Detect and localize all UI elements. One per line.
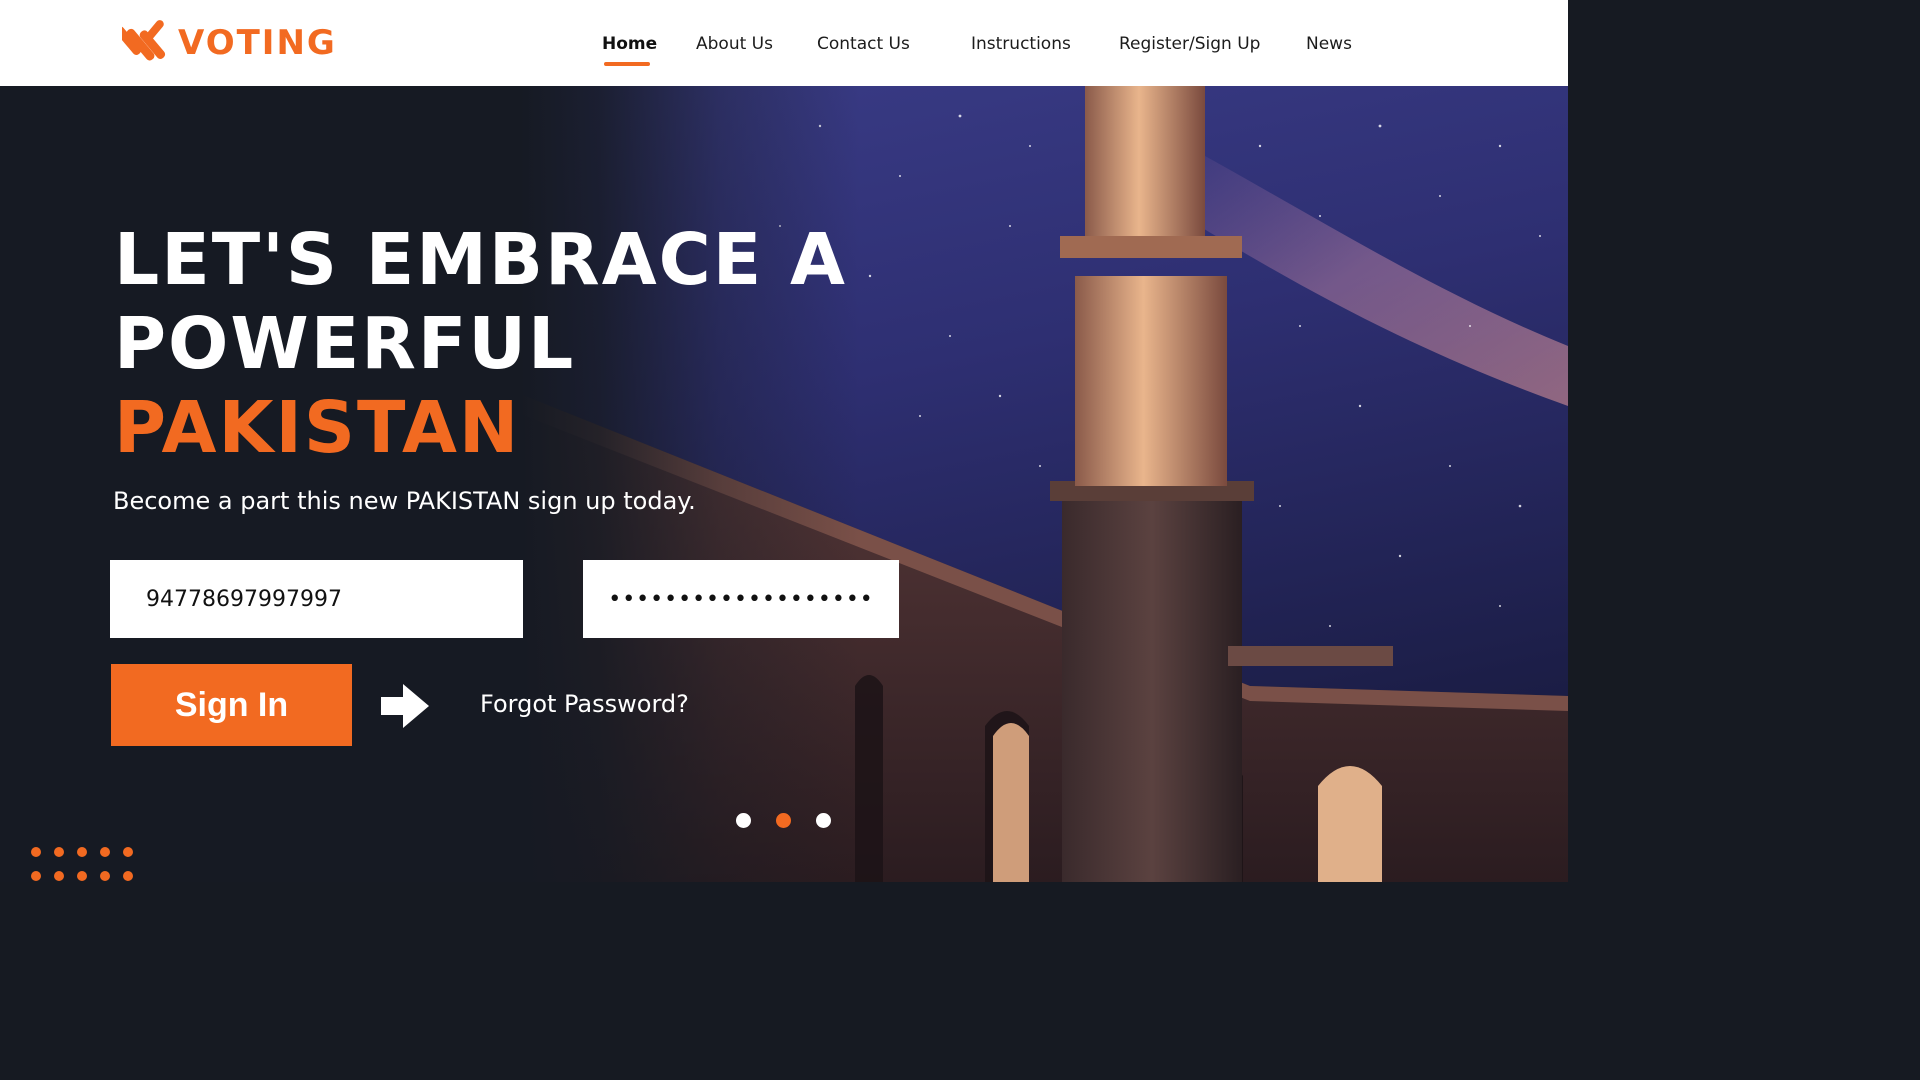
id-number-input[interactable]	[110, 560, 523, 638]
nav-about-us[interactable]: About Us	[696, 34, 773, 54]
arrow-right-icon[interactable]	[379, 680, 431, 732]
hero-section: LET'S EMBRACE A POWERFUL PAKISTAN Become…	[0, 86, 1568, 882]
hero-subtitle: Become a part this new PAKISTAN sign up …	[113, 487, 696, 515]
nav-register-sign-up[interactable]: Register/Sign Up	[1119, 34, 1260, 54]
nav-news[interactable]: News	[1306, 34, 1352, 54]
slider-dot-2[interactable]	[776, 813, 791, 828]
slider-dot-1[interactable]	[736, 813, 751, 828]
nav-active-underline	[604, 62, 650, 66]
nav-instructions[interactable]: Instructions	[971, 34, 1071, 54]
headline-accent: PAKISTAN	[114, 386, 521, 469]
nav-home[interactable]: Home	[602, 34, 657, 54]
decorative-dot-grid	[31, 847, 133, 881]
headline-line-2: POWERFUL	[114, 302, 576, 385]
site-header: VOTING Home About Us Contact Us Instruct…	[0, 0, 1568, 86]
forgot-password-link[interactable]: Forgot Password?	[480, 690, 689, 718]
password-input[interactable]	[583, 560, 899, 638]
nav-contact-us[interactable]: Contact Us	[817, 34, 910, 54]
sign-in-button[interactable]: Sign In	[111, 664, 352, 746]
hero-headline: LET'S EMBRACE A POWERFUL PAKISTAN	[114, 218, 847, 470]
slider-dot-3[interactable]	[816, 813, 831, 828]
main-nav: Home About Us Contact Us Instructions Re…	[0, 0, 1568, 86]
headline-line-1: LET'S EMBRACE A	[114, 218, 847, 301]
hero-dark-overlay	[0, 86, 1568, 882]
